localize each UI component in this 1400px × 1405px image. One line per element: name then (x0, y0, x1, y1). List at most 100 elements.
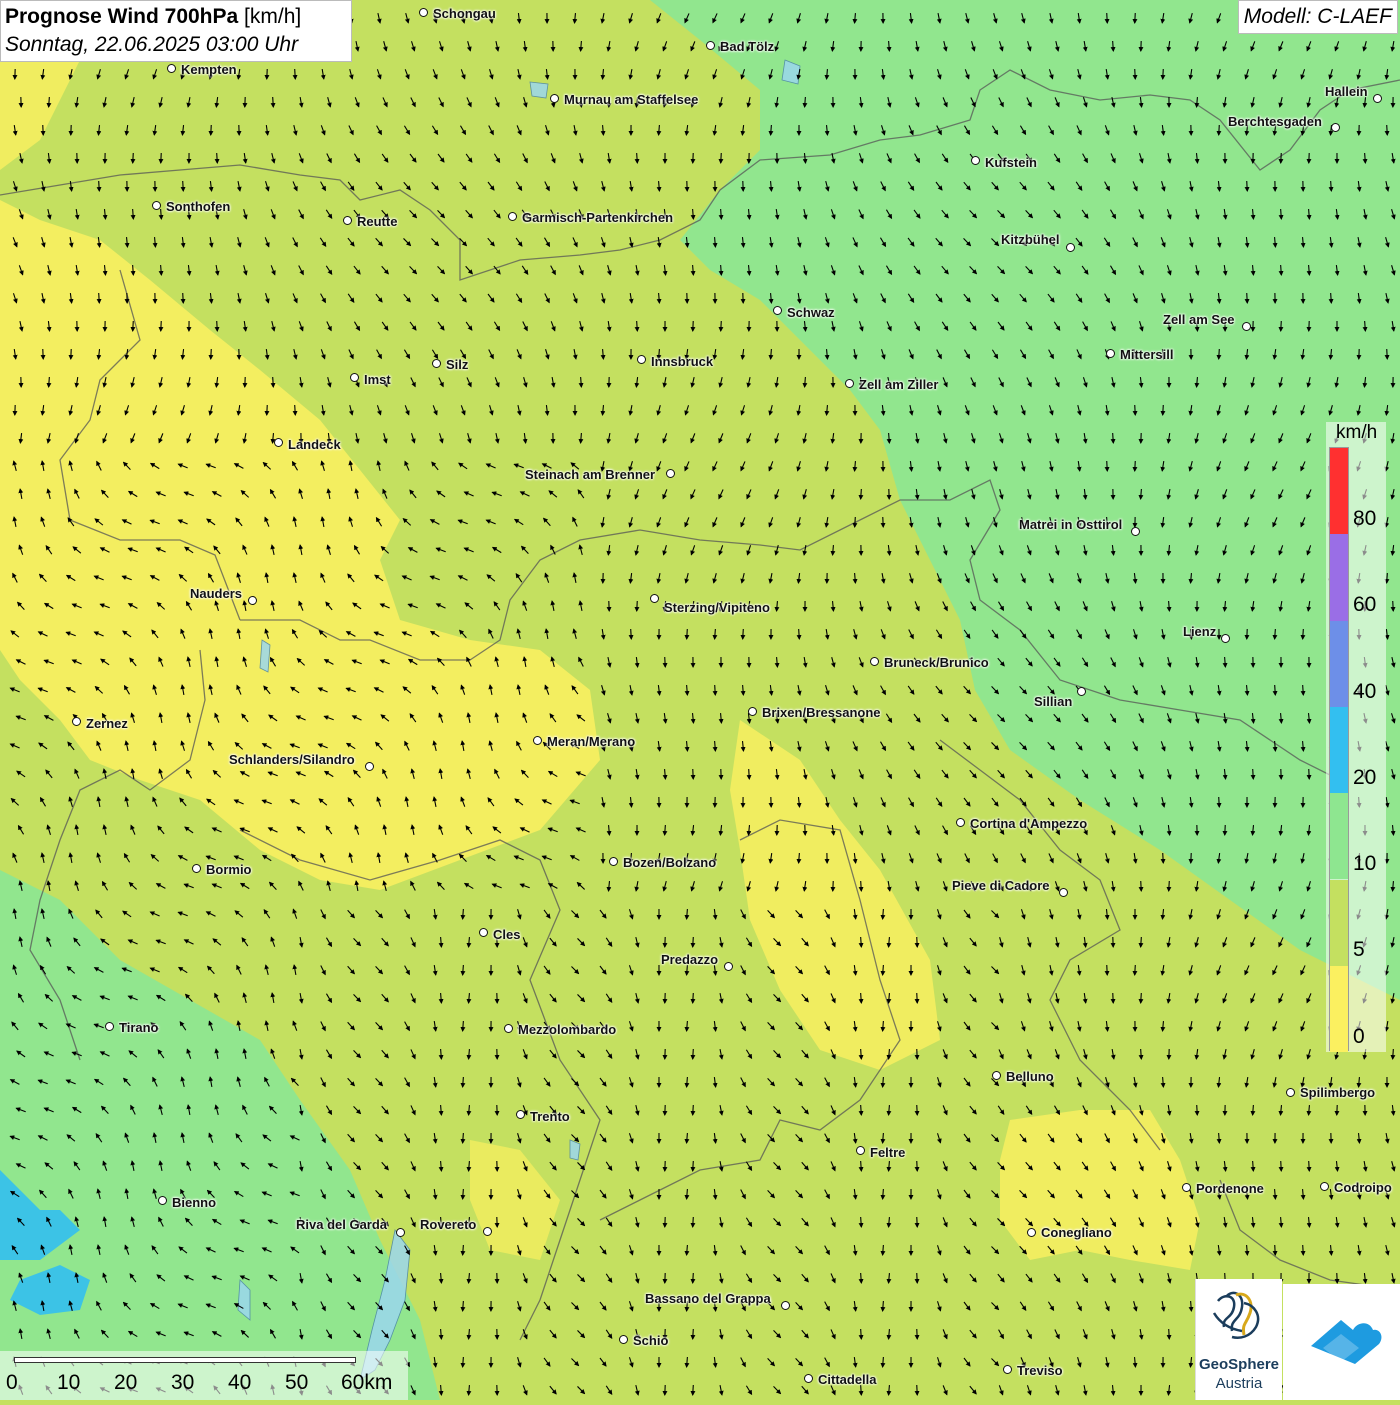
city-marker (158, 1196, 167, 1205)
city-label: Zell am Ziller (859, 377, 938, 392)
wind-arrow (693, 1217, 694, 1227)
legend-color-segment (1330, 880, 1348, 966)
wind-arrow (861, 489, 862, 499)
city-label: Garmisch-Partenkirchen (522, 210, 673, 225)
city-label: Nauders (190, 586, 242, 601)
city-label: Brixen/Bressanone (762, 705, 881, 720)
wind-arrow (1303, 1245, 1304, 1255)
legend-color-segment (1330, 793, 1348, 879)
city-label: Matrei in Osttirol (1019, 517, 1122, 532)
wind-arrow (1365, 321, 1366, 331)
map-title: Prognose Wind 700hPa [km/h] (5, 5, 351, 29)
city-marker (516, 1110, 525, 1119)
wind-arrow (1141, 937, 1142, 947)
wind-arrow (1247, 181, 1248, 191)
city-label: Pieve di Cadore (952, 878, 1050, 893)
wind-arrow (883, 1357, 884, 1367)
city-marker (724, 962, 733, 971)
city-marker (992, 1071, 1001, 1080)
forecast-datetime: Sonntag, 22.06.2025 03:00 Uhr (5, 33, 351, 57)
wind-arrow (1331, 293, 1332, 303)
city-marker (706, 41, 715, 50)
wind-arrow (1219, 349, 1220, 359)
wind-arrow (687, 685, 688, 695)
legend: km/h 806040201050 (1326, 422, 1386, 1052)
wind-arrow (1169, 881, 1170, 891)
wind-arrow (1113, 41, 1114, 51)
wind-arrow (1163, 853, 1164, 863)
wind-arrow (295, 69, 296, 79)
wind-arrow (463, 1021, 464, 1031)
city-marker (479, 928, 488, 937)
city-label: Belluno (1006, 1069, 1054, 1084)
wind-arrow (693, 1105, 694, 1115)
city-label: Sonthofen (166, 199, 230, 214)
legend-color-segment (1330, 448, 1348, 534)
city-marker (483, 1227, 492, 1236)
city-marker (1077, 687, 1086, 696)
wind-arrow (295, 405, 296, 415)
city-marker (1242, 322, 1251, 331)
city-marker (72, 717, 81, 726)
wind-arrow (743, 629, 744, 639)
city-marker (504, 1024, 513, 1033)
wind-arrow (1247, 293, 1248, 303)
wind-arrow (855, 517, 856, 527)
title-unit: [km/h] (244, 5, 301, 28)
city-label: Schio (633, 1333, 668, 1348)
wind-arrow (1141, 1049, 1142, 1059)
wind-arrow (133, 153, 134, 163)
city-marker (1003, 1365, 1012, 1374)
wind-arrow (721, 321, 722, 331)
wind-arrow (693, 1273, 694, 1283)
wind-arrow (693, 1385, 694, 1395)
city-label: Zell am See (1163, 312, 1235, 327)
wind-arrow (715, 741, 716, 751)
wind-arrow (693, 993, 694, 1003)
city-label: Zernez (86, 716, 128, 731)
city-marker (804, 1374, 813, 1383)
city-label: Bormio (206, 862, 252, 877)
wind-arrow (183, 181, 184, 191)
wind-arrow (883, 1189, 884, 1199)
wind-arrow (161, 265, 162, 275)
city-label: Berchtesgaden (1228, 114, 1322, 129)
legend-color-segment (1330, 621, 1348, 707)
wind-arrow (133, 209, 134, 219)
scale-bar-label: 20 (114, 1371, 137, 1395)
wind-arrow (1163, 69, 1164, 79)
city-label: Rovereto (420, 1217, 476, 1232)
cloud-bolt-icon (1283, 1284, 1400, 1400)
city-label: Treviso (1017, 1363, 1063, 1378)
scale-bar-label: 0 (6, 1371, 18, 1395)
legend-tick-label: 60 (1353, 593, 1376, 617)
wind-arrow (1281, 209, 1282, 219)
wind-arrow (217, 153, 218, 163)
austria-text: Austria (1196, 1375, 1282, 1392)
wind-arrow (99, 181, 100, 191)
wind-arrow (861, 1161, 862, 1171)
wind-arrow (883, 909, 884, 919)
geosphere-logo-mark (1196, 1279, 1282, 1359)
wind-arrow (463, 1189, 464, 1199)
wind-arrow (861, 881, 862, 891)
wind-arrow (805, 97, 806, 107)
wind-arrow (1219, 1133, 1220, 1143)
city-marker (533, 736, 542, 745)
legend-tick-label: 20 (1353, 766, 1376, 790)
wind-arrow (1135, 405, 1136, 415)
wind-arrow (693, 937, 694, 947)
city-marker (365, 762, 374, 771)
city-label: Trento (530, 1109, 570, 1124)
city-marker (1066, 243, 1075, 252)
city-label: Cittadella (818, 1372, 877, 1387)
wind-arrow (861, 993, 862, 1003)
wind-arrow (1107, 13, 1108, 23)
title-box: Prognose Wind 700hPa [km/h] Sonntag, 22.… (0, 0, 352, 62)
legend-tick-label: 10 (1353, 852, 1376, 876)
wind-arrow (1281, 321, 1282, 331)
city-marker (1027, 1228, 1036, 1237)
wind-arrow (1393, 1049, 1394, 1059)
lake-resia (260, 640, 270, 672)
wind-arrow (1253, 769, 1254, 779)
